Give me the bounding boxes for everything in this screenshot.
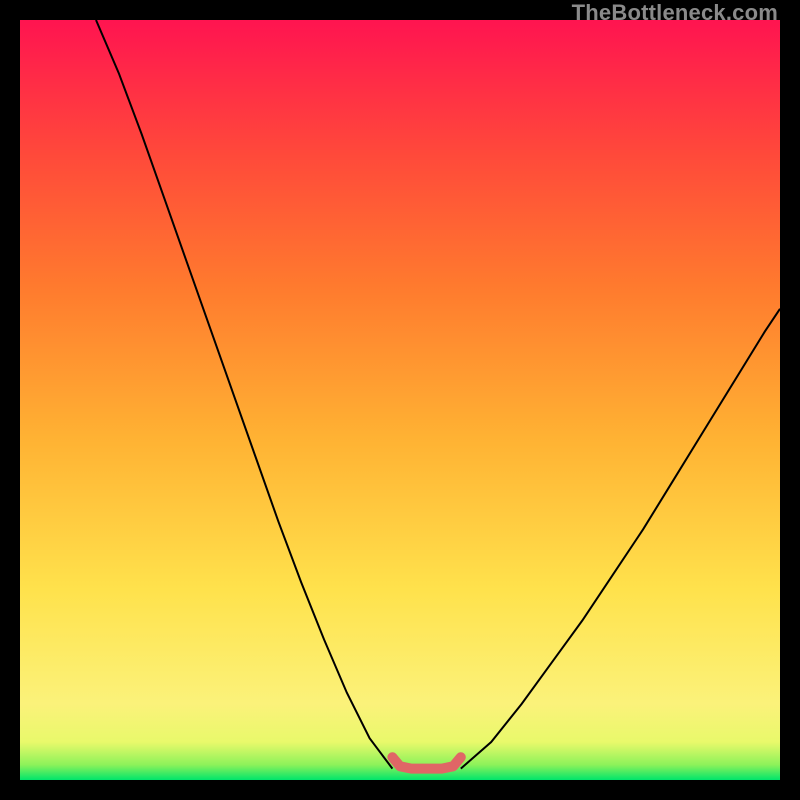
chart-svg: [20, 20, 780, 780]
chart-frame: [20, 20, 780, 780]
watermark-label: TheBottleneck.com: [572, 0, 778, 26]
chart-background: [20, 20, 780, 780]
